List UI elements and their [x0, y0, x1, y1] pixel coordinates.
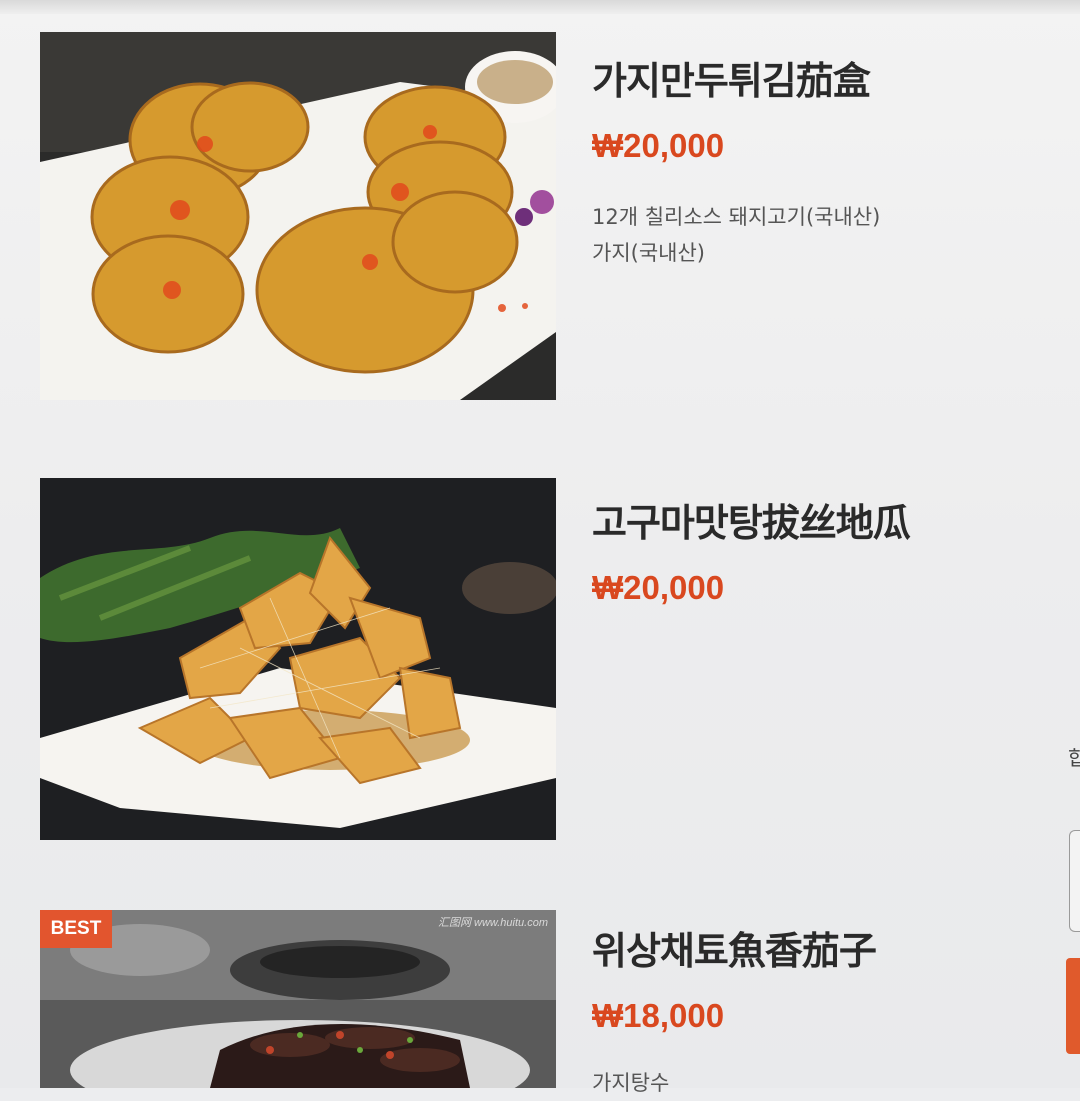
item-info: 고구마맛탕拔丝地瓜 ₩20,000: [592, 492, 1032, 641]
best-badge: BEST: [40, 910, 112, 948]
item-info: 가지만두튀김茄盒 ₩20,000 12개 칠리소스 돼지고기(국내산) 가지(국…: [592, 50, 1032, 271]
yuxiang-eggplant-image[interactable]: BEST 汇图网 www.huitu.com: [40, 910, 556, 1088]
menu-item-yuxiang-eggplant[interactable]: BEST 汇图网 www.huitu.com 위상채툐魚香茄子 ₩18,000 …: [40, 910, 1040, 1095]
menu-item-eggplant-box[interactable]: 가지만두튀김茄盒 ₩20,000 12개 칠리소스 돼지고기(국내산) 가지(국…: [40, 32, 1040, 432]
fried-eggplant-image[interactable]: [40, 32, 556, 400]
candied-sweet-potato-image[interactable]: [40, 478, 556, 840]
item-info: 위상채툐魚香茄子 ₩18,000 가지탕수: [592, 920, 1032, 1101]
item-name[interactable]: 고구마맛탕拔丝地瓜: [592, 492, 1032, 547]
item-price: ₩20,000: [592, 127, 725, 164]
item-name[interactable]: 가지만두튀김茄盒: [592, 50, 1032, 105]
item-name[interactable]: 위상채툐魚香茄子: [592, 920, 1032, 975]
screen-bezel: [0, 0, 1080, 14]
menu-screen: 가지만두튀김茄盒 ₩20,000 12개 칠리소스 돼지고기(국내산) 가지(국…: [0, 0, 1080, 1095]
image-watermark: 汇图网 www.huitu.com: [437, 917, 548, 929]
candied-sweet-potato-photo: [40, 478, 556, 840]
item-description: 가지탕수: [592, 1071, 670, 1095]
side-order-button[interactable]: [1066, 958, 1080, 1054]
menu-item-sweet-potato[interactable]: 고구마맛탕拔丝地瓜 ₩20,000: [40, 478, 1040, 858]
edge-partial-text: 합: [1068, 746, 1080, 770]
edge-panel-handle[interactable]: [1069, 830, 1080, 932]
item-price: ₩20,000: [592, 569, 725, 606]
fried-eggplant-photo: [40, 32, 556, 400]
item-price: ₩18,000: [592, 997, 725, 1034]
yuxiang-eggplant-photo: [40, 910, 556, 1088]
item-description: 12개 칠리소스 돼지고기(국내산) 가지(국내산): [592, 205, 881, 265]
